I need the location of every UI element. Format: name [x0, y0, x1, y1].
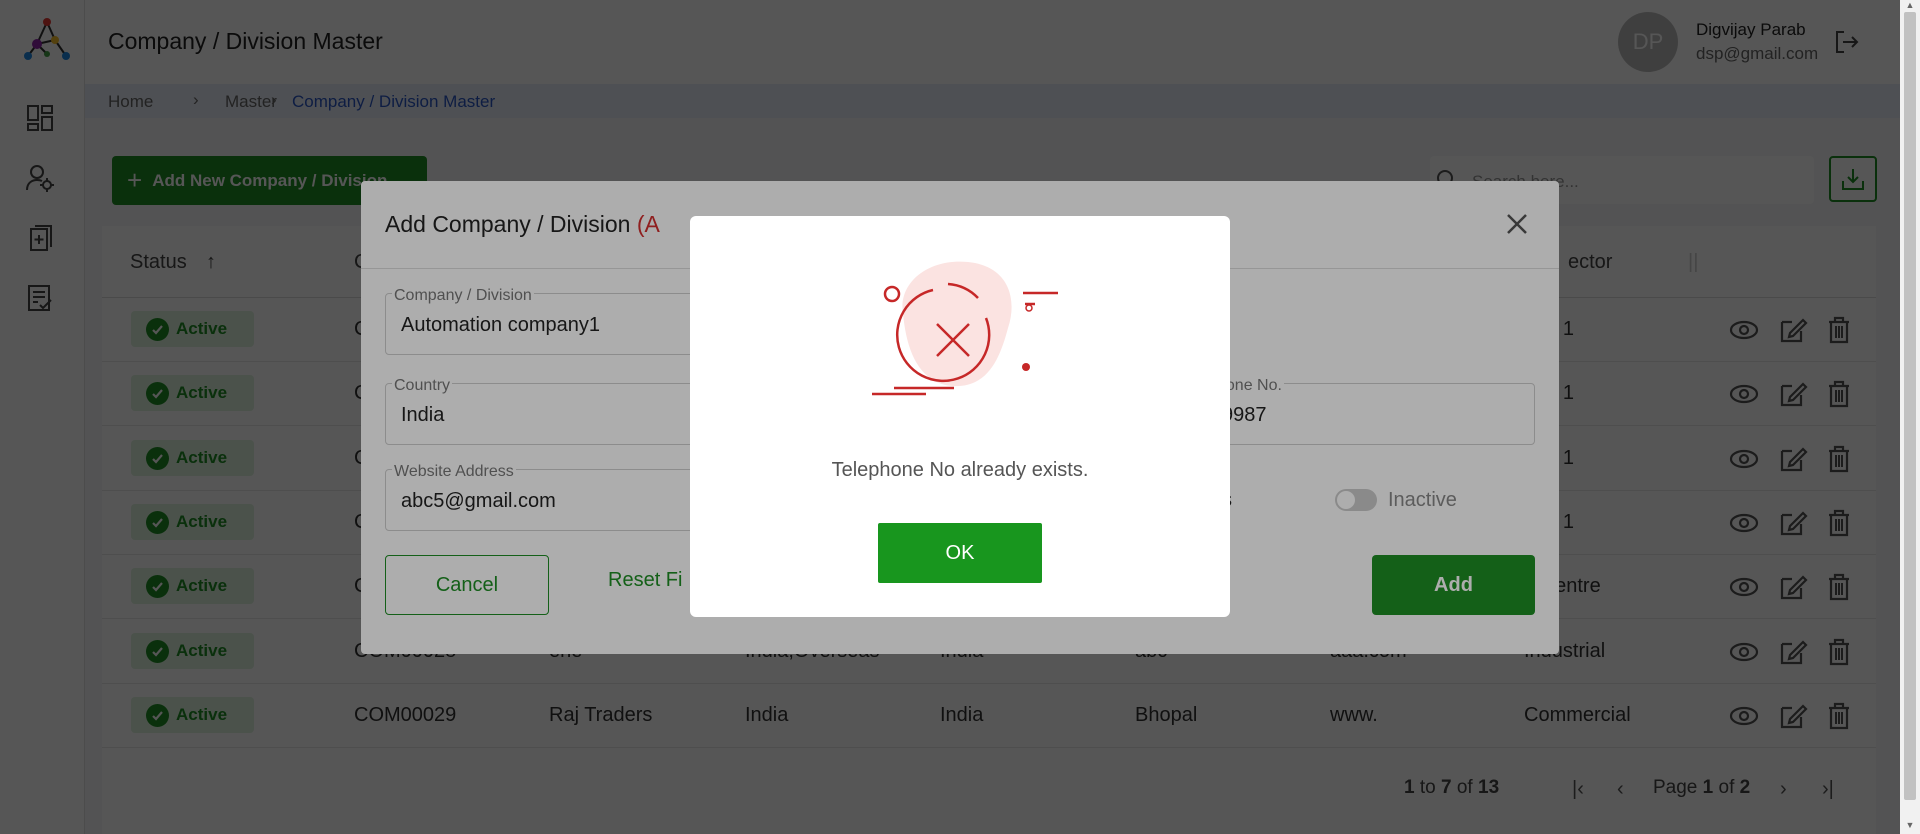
ok-button[interactable]: OK — [878, 523, 1042, 583]
scroll-thumb[interactable] — [1904, 12, 1916, 800]
scroll-down-icon[interactable]: ▼ — [1904, 820, 1916, 830]
alert-message: Telephone No already exists. — [831, 459, 1089, 481]
scroll-up-icon[interactable]: ▲ — [1904, 0, 1916, 10]
error-illustration-icon — [872, 261, 1058, 396]
